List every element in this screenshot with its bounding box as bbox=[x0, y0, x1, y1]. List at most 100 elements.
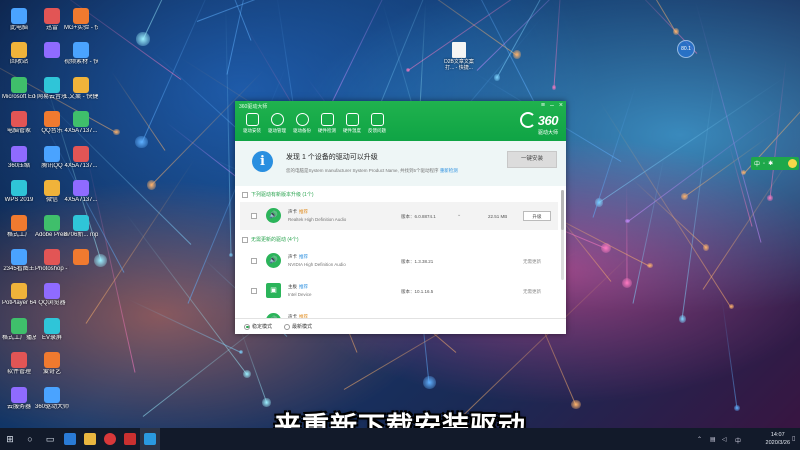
desktop-icons: 此电脑回收站 Microsoft Edge 电脑管家 360压缩 WPS 2019 格式工… bbox=[0, 0, 110, 428]
clock[interactable]: 14:07 2020/3/26 bbox=[766, 431, 790, 447]
desktop-file-shortcut[interactable]: D2B文章文案打... - 快捷... bbox=[441, 42, 477, 71]
desktop-icon-label: 电脑管家 bbox=[6, 128, 31, 135]
taskbar-app-explorer[interactable] bbox=[80, 428, 100, 450]
group-latest-checkbox[interactable] bbox=[242, 236, 248, 243]
taskbar-app-music[interactable] bbox=[100, 428, 120, 450]
desktop-icon[interactable]: QQ浏览器 bbox=[35, 283, 69, 307]
desktop-icon[interactable]: 格式工厂播放器 bbox=[2, 317, 36, 342]
desktop-icon-label: 4X5A7137... bbox=[64, 162, 98, 169]
floating-speed-ball[interactable]: 80.1 bbox=[677, 40, 695, 58]
scrollbar-thumb[interactable] bbox=[561, 190, 564, 230]
tab-hardware-temp[interactable]: 硬件温度 bbox=[341, 113, 363, 134]
tray-network-icon[interactable]: ▤ bbox=[710, 436, 716, 443]
app-icon bbox=[44, 283, 60, 300]
driver-row[interactable]: 🔊 声卡 推荐 Realtek High Definition Audio 版本：… bbox=[240, 202, 558, 230]
row-checkbox[interactable] bbox=[251, 288, 257, 294]
group-upgrade-checkbox[interactable] bbox=[242, 191, 248, 198]
tray-chevron-icon[interactable]: ⌃ bbox=[697, 436, 702, 443]
menu-icon[interactable]: ≡ bbox=[541, 102, 545, 110]
desktop-icon[interactable]: 爱奇艺 bbox=[35, 352, 69, 376]
desktop-icon-label: Microsoft Edge bbox=[2, 93, 36, 100]
tab-hardware-detect[interactable]: 硬件检测 bbox=[316, 113, 338, 134]
mode-latest-radio[interactable]: 最新模式 bbox=[284, 323, 312, 330]
desktop-icon[interactable]: 电脑管家 bbox=[2, 111, 36, 135]
search-icon[interactable]: ○ bbox=[20, 428, 40, 450]
desktop-icon[interactable] bbox=[64, 248, 98, 266]
desktop-icon[interactable]: Microsoft Edge bbox=[2, 76, 36, 101]
fiber-strand bbox=[166, 121, 237, 177]
fiber-strand bbox=[476, 0, 608, 71]
driver-row[interactable]: 🔊 声卡推荐 bbox=[240, 307, 558, 318]
group-upgrade-header[interactable]: 下列驱动有新版本升级 (1个) bbox=[242, 191, 314, 198]
ime-punct-icon[interactable]: ◦ bbox=[763, 161, 765, 167]
manage-icon bbox=[270, 113, 284, 126]
driver-master-icon bbox=[144, 433, 156, 445]
speaker-icon: 🔊 bbox=[266, 208, 281, 223]
desktop-icon[interactable]: EV录屏 bbox=[35, 317, 69, 342]
fiber-strand bbox=[592, 84, 637, 218]
tab-feedback[interactable]: 反馈问题 bbox=[366, 113, 388, 134]
one-click-install-button[interactable]: 一键安装 bbox=[507, 151, 557, 168]
desktop-icon-label: EV录屏 bbox=[41, 334, 62, 341]
desktop-icon[interactable]: 360压缩 bbox=[2, 145, 36, 170]
row-version: 版本：1.3.38.21 bbox=[401, 259, 434, 264]
ime-settings-icon[interactable]: ✱ bbox=[768, 160, 773, 167]
desktop-icon[interactable]: 1.文案 - 快捷方式 bbox=[64, 76, 98, 101]
desktop-icon[interactable]: 8706新... mp4 bbox=[64, 214, 98, 239]
row-version: 版本：6.0.8874.1 bbox=[401, 214, 436, 219]
app-icon bbox=[11, 317, 27, 334]
desktop-icon[interactable]: 视频素材 - 快捷方式 bbox=[64, 42, 98, 66]
fiber-glow bbox=[551, 85, 556, 90]
list-scrollbar[interactable] bbox=[561, 190, 564, 280]
desktop-icon[interactable]: 格式工厂 bbox=[2, 214, 36, 239]
ime-mode-label[interactable]: 中 bbox=[754, 159, 760, 168]
tray-volume-icon[interactable]: ◁ bbox=[722, 436, 727, 443]
taskbar-app-driver-master[interactable] bbox=[140, 428, 160, 450]
driver-master-window: 360驱动大师 ≡ – × 驱动安装 驱动管理 驱动备份 硬件检测 硬件温度 反… bbox=[235, 101, 566, 334]
desktop-icon[interactable]: 此电脑 bbox=[2, 8, 36, 32]
tab-driver-manage[interactable]: 驱动管理 bbox=[266, 113, 288, 134]
mode-stable-radio[interactable]: 稳定模式 bbox=[244, 323, 272, 330]
scan-summary: i 发现 1 个设备的驱动可以升级 您的电脑是System manufactur… bbox=[235, 141, 566, 186]
driver-row[interactable]: 🔊 声卡 推荐 NVIDIA High Definition Audio 版本：1… bbox=[240, 247, 558, 275]
desktop-icon-label: 格式工厂 bbox=[6, 231, 31, 238]
rescan-link[interactable]: 重新检测 bbox=[440, 168, 458, 173]
minimize-icon[interactable]: – bbox=[550, 102, 554, 110]
driver-row[interactable]: ▣ 主板 推荐 Intel Device 版本：10.1.16.5 无需更新 bbox=[240, 277, 558, 305]
group-latest-header[interactable]: 无需更新的驱动 (4个) bbox=[242, 236, 299, 243]
upgrade-button[interactable]: 升级 bbox=[523, 211, 551, 221]
app-icon bbox=[44, 8, 60, 24]
desktop-icon[interactable]: 4X5A7137... bbox=[64, 111, 98, 135]
ime-face-icon[interactable] bbox=[788, 159, 797, 168]
fiber-glow bbox=[702, 244, 710, 251]
edge-icon bbox=[64, 433, 76, 445]
tab-driver-install[interactable]: 驱动安装 bbox=[241, 113, 263, 134]
app-icon bbox=[44, 214, 60, 231]
row-checkbox[interactable] bbox=[251, 258, 257, 264]
row-checkbox[interactable] bbox=[251, 213, 257, 219]
desktop-icon[interactable]: 软件管理 bbox=[2, 352, 36, 376]
desktop-icon[interactable]: MG+实验 - 快捷方式 bbox=[64, 8, 98, 32]
tab-driver-backup[interactable]: 驱动备份 bbox=[291, 113, 313, 134]
desktop-icon[interactable]: PotPlayer 64 bit bbox=[2, 283, 36, 307]
chevron-down-icon[interactable]: ⌄ bbox=[457, 212, 461, 218]
notification-icon[interactable]: ▯ bbox=[792, 435, 795, 442]
fiber-glow bbox=[600, 242, 611, 254]
task-view-icon[interactable]: ▭ bbox=[40, 428, 60, 450]
taskbar-app-edge[interactable] bbox=[60, 428, 80, 450]
ime-toolbar[interactable]: 中 ◦ ✱ bbox=[751, 157, 799, 170]
start-button[interactable]: ⊞ bbox=[0, 428, 20, 450]
desktop-icon[interactable]: WPS 2019 bbox=[2, 180, 36, 204]
desktop-icon[interactable]: 4X5A7137... bbox=[64, 145, 98, 170]
desktop-icon[interactable]: 4X5A7137... bbox=[64, 180, 98, 204]
desktop-icon[interactable]: 回收站 bbox=[2, 42, 36, 66]
desktop-icon[interactable]: 2345看图王 bbox=[2, 248, 36, 273]
close-icon[interactable]: × bbox=[559, 102, 563, 110]
desktop-icon-label: 爱奇艺 bbox=[42, 369, 61, 376]
wps-icon bbox=[124, 433, 136, 445]
app-icon bbox=[11, 76, 27, 93]
taskbar-app-wps[interactable] bbox=[120, 428, 140, 450]
fiber-strand bbox=[329, 0, 411, 107]
tray-ime-icon[interactable]: 中 bbox=[735, 436, 741, 445]
nav-tabs: 驱动安装 驱动管理 驱动备份 硬件检测 硬件温度 反馈问题 bbox=[241, 113, 388, 134]
